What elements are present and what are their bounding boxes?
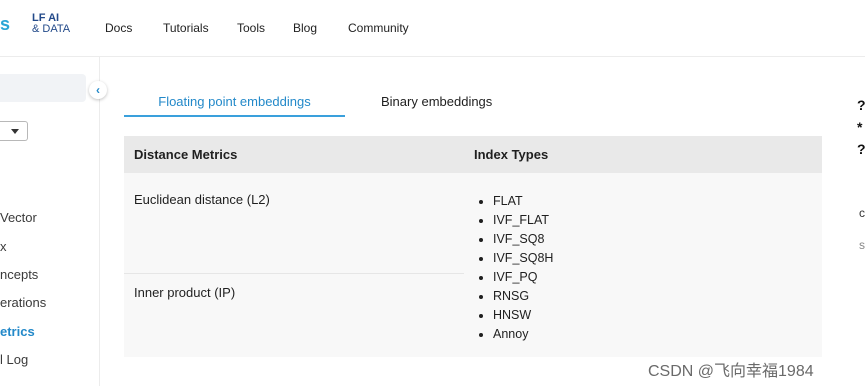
list-item: HNSW <box>475 306 553 325</box>
list-item: IVF_FLAT <box>475 211 553 230</box>
collapse-sidebar-button[interactable]: ‹ <box>89 81 107 99</box>
metric-l2: Euclidean distance (L2) <box>134 192 270 207</box>
sidebar-item-log[interactable]: l Log <box>0 352 28 367</box>
right-glyph-3: ? <box>857 141 865 157</box>
index-types-list: FLAT IVF_FLAT IVF_SQ8 IVF_SQ8H IVF_PQ RN… <box>475 192 553 344</box>
table-header: Distance Metrics Index Types <box>124 136 822 173</box>
tab-binary[interactable]: Binary embeddings <box>381 94 492 109</box>
sidebar-item-metrics[interactable]: etrics <box>0 324 35 339</box>
list-item: IVF_SQ8H <box>475 249 553 268</box>
tab-floating-point[interactable]: Floating point embeddings <box>124 94 345 109</box>
active-tab-indicator <box>124 115 345 117</box>
row-divider <box>124 273 464 274</box>
sidebar-item-index[interactable]: x <box>0 239 7 254</box>
right-glyph-2: * <box>857 119 863 135</box>
lf-ai-data-logo[interactable]: LF AI & DATA <box>32 13 76 35</box>
right-edge-icons: ? * ? <box>857 94 865 160</box>
header-distance-metrics: Distance Metrics <box>134 147 238 162</box>
nav-docs[interactable]: Docs <box>105 21 132 35</box>
chevron-down-icon <box>11 129 19 134</box>
brand-logo[interactable]: s <box>0 14 10 35</box>
sidebar-item-operations[interactable]: erations <box>0 295 46 310</box>
version-select[interactable] <box>0 121 28 141</box>
chevron-left-icon: ‹ <box>96 83 100 97</box>
list-item: IVF_SQ8 <box>475 230 553 249</box>
nav-tutorials[interactable]: Tutorials <box>163 21 209 35</box>
nav-tools[interactable]: Tools <box>237 21 265 35</box>
list-item: Annoy <box>475 325 553 344</box>
right-glyph-1: ? <box>857 97 865 113</box>
nav-community[interactable]: Community <box>348 21 409 35</box>
metric-ip: Inner product (IP) <box>134 285 236 300</box>
sidebar-item-concepts[interactable]: ncepts <box>0 267 38 282</box>
nav-blog[interactable]: Blog <box>293 21 317 35</box>
right-text-1: c <box>859 206 865 220</box>
list-item: RNSG <box>475 287 553 306</box>
top-navbar: s LF AI & DATA Docs Tutorials Tools Blog… <box>0 0 865 57</box>
list-item: FLAT <box>475 192 553 211</box>
right-text-2: s <box>859 238 865 252</box>
header-index-types: Index Types <box>474 147 549 162</box>
list-item: IVF_PQ <box>475 268 553 287</box>
sidebar: Vector x ncepts erations etrics l Log <box>0 57 100 386</box>
lf-logo-line2: & DATA <box>32 23 71 35</box>
csdn-watermark: CSDN @飞向幸福1984 <box>648 363 814 380</box>
sidebar-search-input[interactable] <box>0 74 86 102</box>
metrics-table: Distance Metrics Index Types Euclidean d… <box>124 136 822 357</box>
sidebar-item-vector[interactable]: Vector <box>0 210 37 225</box>
